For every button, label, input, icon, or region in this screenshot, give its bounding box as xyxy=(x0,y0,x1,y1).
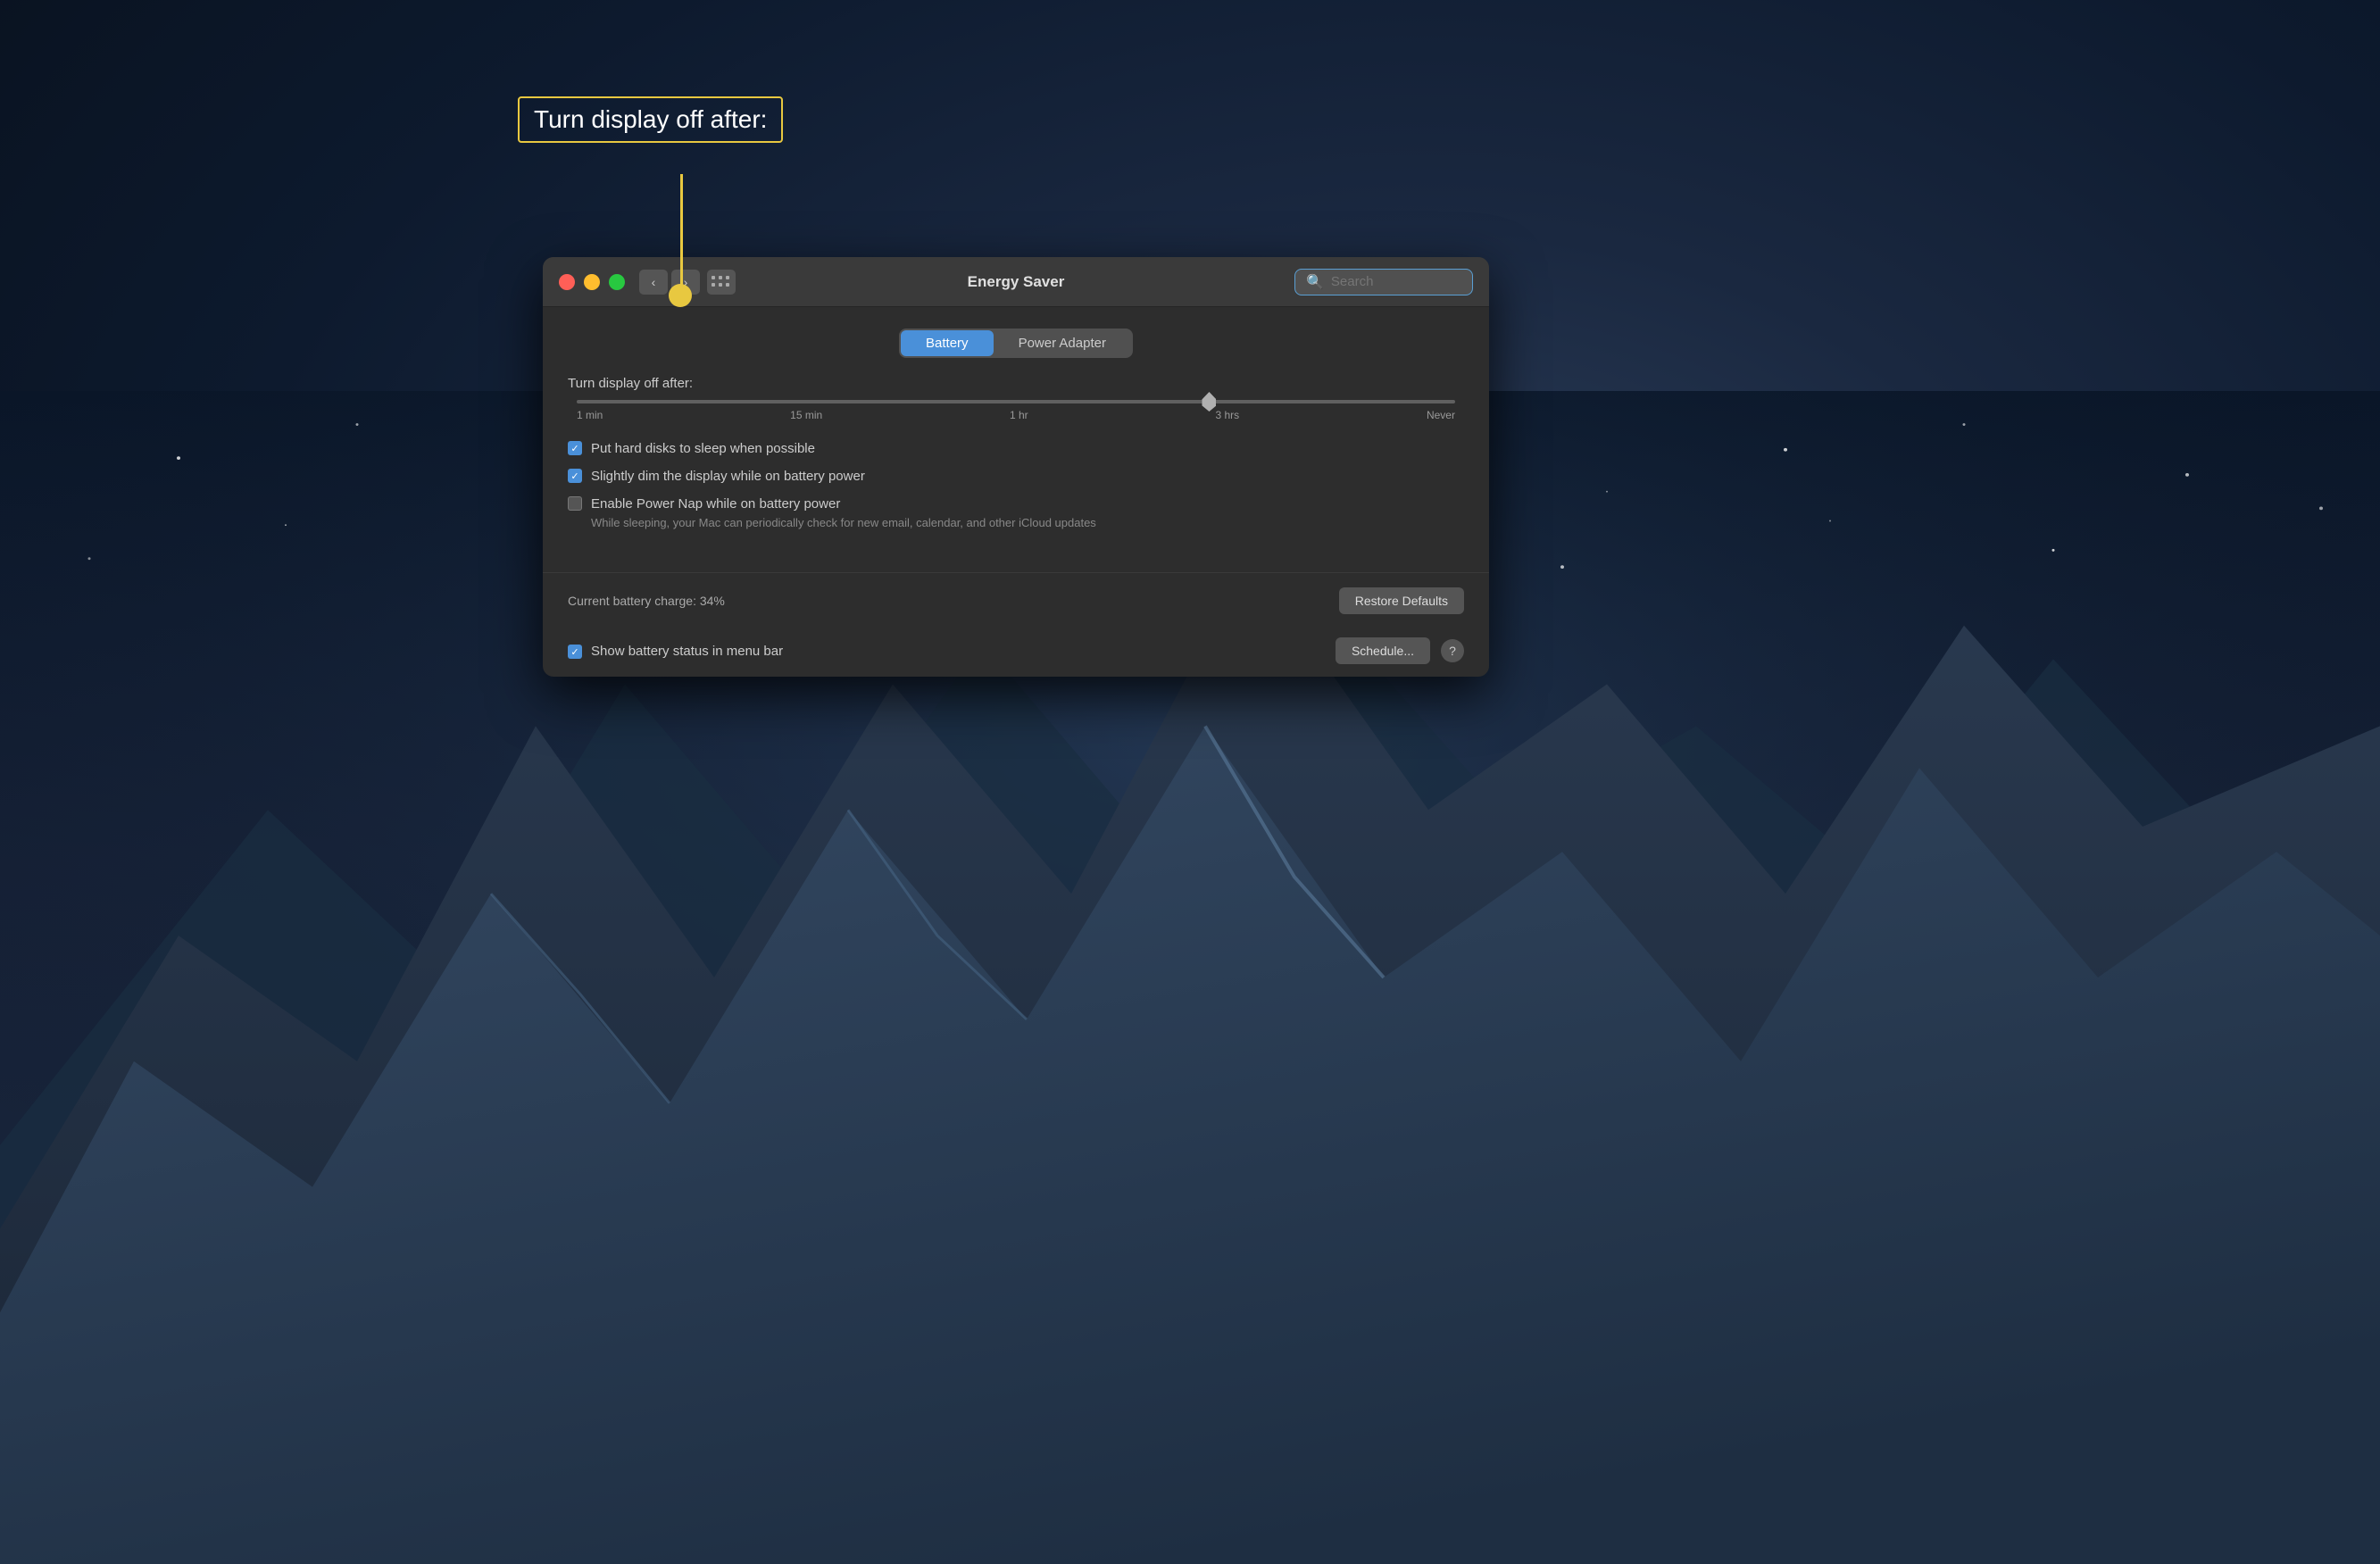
energy-saver-window: ‹ › Energy Saver 🔍 xyxy=(543,257,1489,677)
list-item: ✓ Slightly dim the display while on batt… xyxy=(568,467,1464,486)
tick-15min: 15 min xyxy=(790,409,822,421)
hard-disks-checkbox[interactable]: ✓ xyxy=(568,441,582,455)
maximize-button[interactable] xyxy=(609,274,625,290)
callout-label: Turn display off after: xyxy=(518,96,783,143)
show-battery-label: Show battery status in menu bar xyxy=(591,642,783,661)
dim-display-label: Slightly dim the display while on batter… xyxy=(591,467,865,486)
show-battery-checkbox[interactable]: ✓ xyxy=(568,645,582,659)
tick-1min: 1 min xyxy=(577,409,603,421)
tab-bar: Battery Power Adapter xyxy=(568,329,1464,358)
footer-bar: ✓ Show battery status in menu bar Schedu… xyxy=(543,628,1489,677)
grid-button[interactable] xyxy=(707,270,736,295)
hard-disks-label: Put hard disks to sleep when possible xyxy=(591,439,815,458)
search-box[interactable]: 🔍 xyxy=(1294,269,1473,295)
desktop-background xyxy=(0,0,2380,1564)
tab-power-adapter[interactable]: Power Adapter xyxy=(994,330,1131,356)
slider-ticks: 1 min 15 min 1 hr 3 hrs Never xyxy=(577,409,1455,421)
power-nap-checkbox[interactable] xyxy=(568,496,582,511)
dim-display-checkbox[interactable]: ✓ xyxy=(568,469,582,483)
show-battery-row: ✓ Show battery status in menu bar xyxy=(568,642,783,661)
footer-right: Schedule... ? xyxy=(1336,637,1464,664)
battery-status: Current battery charge: 34% xyxy=(568,594,725,608)
slider-section: Turn display off after: 1 min 15 min 1 h… xyxy=(568,376,1464,421)
tick-never: Never xyxy=(1427,409,1455,421)
close-button[interactable] xyxy=(559,274,575,290)
help-button[interactable]: ? xyxy=(1441,639,1464,662)
content-area: Battery Power Adapter Turn display off a… xyxy=(543,307,1489,565)
minimize-button[interactable] xyxy=(584,274,600,290)
schedule-button[interactable]: Schedule... xyxy=(1336,637,1430,664)
tick-3hrs: 3 hrs xyxy=(1215,409,1239,421)
callout-dot xyxy=(669,284,692,307)
callout-line xyxy=(680,174,683,290)
bottom-bar: Current battery charge: 34% Restore Defa… xyxy=(543,572,1489,628)
slider-container[interactable]: 1 min 15 min 1 hr 3 hrs Never xyxy=(577,400,1455,421)
list-item: Enable Power Nap while on battery power … xyxy=(568,495,1464,529)
back-button[interactable]: ‹ xyxy=(639,270,668,295)
power-nap-label: Enable Power Nap while on battery power … xyxy=(591,495,1096,529)
restore-defaults-button[interactable]: Restore Defaults xyxy=(1339,587,1464,614)
search-icon: 🔍 xyxy=(1306,273,1324,291)
list-item: ✓ Put hard disks to sleep when possible xyxy=(568,439,1464,458)
checkbox-section: ✓ Put hard disks to sleep when possible … xyxy=(568,439,1464,529)
window-title: Energy Saver xyxy=(968,273,1065,291)
tick-1hr: 1 hr xyxy=(1010,409,1028,421)
search-input[interactable] xyxy=(1331,274,1456,289)
slider-label: Turn display off after: xyxy=(568,376,1464,391)
traffic-lights xyxy=(559,274,625,290)
slider-track xyxy=(577,400,1455,403)
tab-battery[interactable]: Battery xyxy=(901,330,994,356)
tab-group: Battery Power Adapter xyxy=(899,329,1133,358)
grid-icon xyxy=(712,276,731,288)
